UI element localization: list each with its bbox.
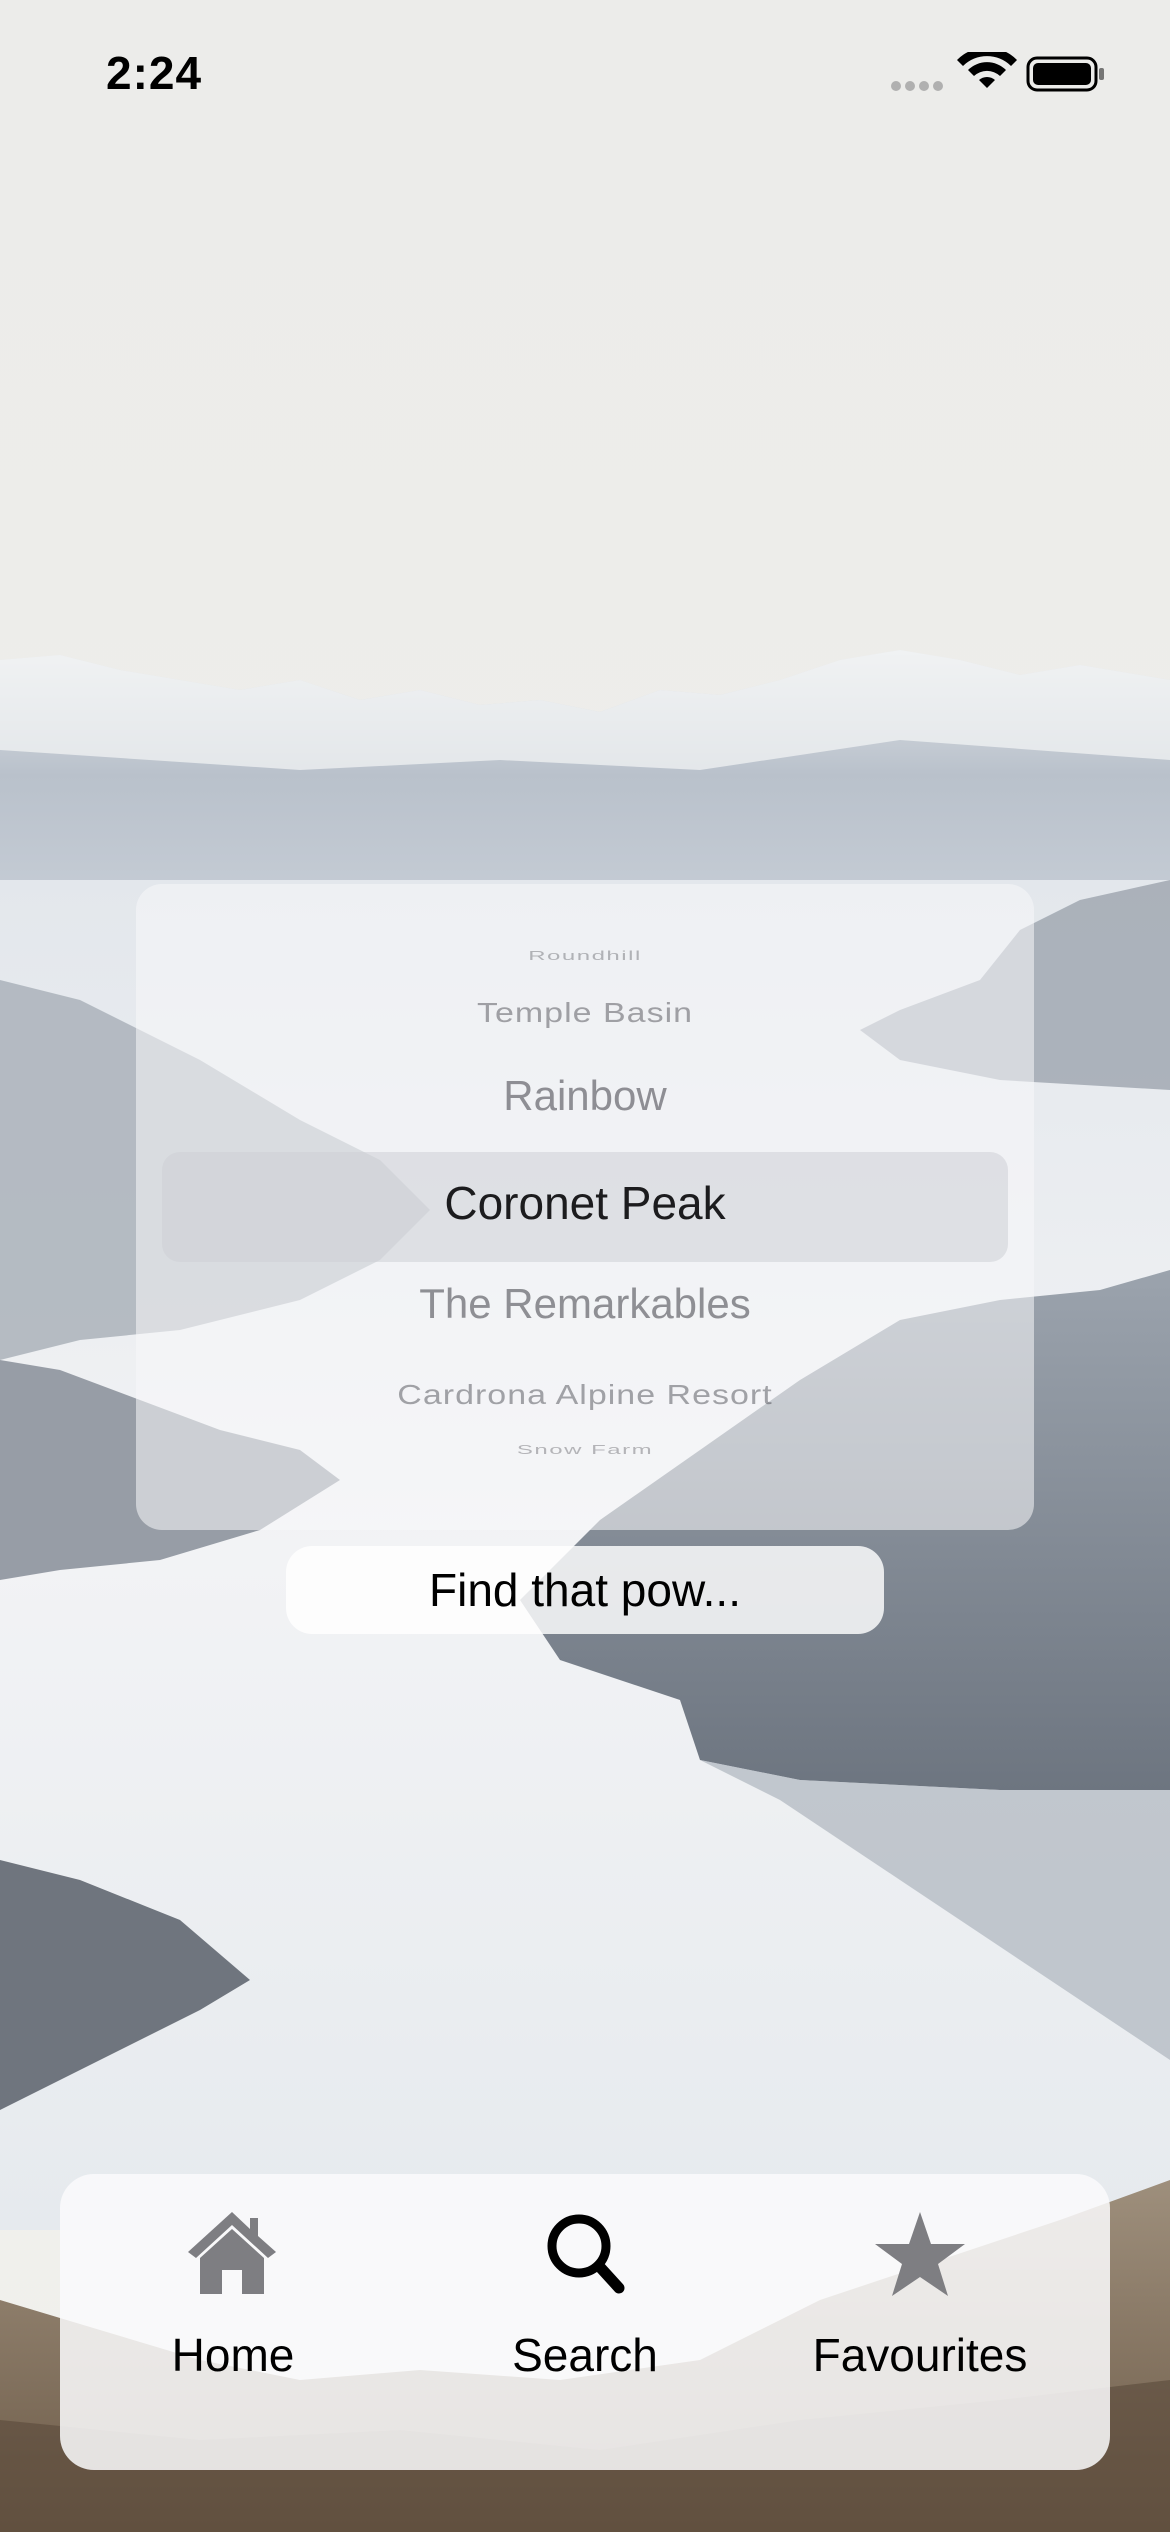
tab-home[interactable]: Home — [60, 2174, 410, 2470]
wifi-icon — [957, 47, 1017, 88]
status-time: 2:24 — [106, 47, 203, 99]
star-icon — [875, 2212, 965, 2296]
picker-item[interactable]: Rainbow — [136, 1072, 1034, 1120]
status-bar: 2:24 — [0, 0, 1170, 150]
resort-picker[interactable]: Roundhill Temple Basin Rainbow Coronet P… — [136, 884, 1034, 1530]
magnifier-icon — [547, 2214, 625, 2294]
picker-item[interactable]: The Remarkables — [136, 1280, 1034, 1328]
status-icons — [884, 47, 1114, 96]
tab-favourites[interactable]: Favourites — [760, 2174, 1110, 2470]
tab-search-label: Search — [512, 2329, 658, 2381]
picker-item[interactable]: Temple Basin — [136, 998, 1034, 1030]
picker-item[interactable]: Snow Farm — [136, 1442, 1034, 1457]
tab-favourites-label: Favourites — [812, 2329, 1028, 2381]
house-icon — [188, 2212, 276, 2294]
find-button[interactable]: Find that pow... — [286, 1546, 884, 1634]
signal-dots-icon — [891, 81, 943, 91]
tab-home-label: Home — [171, 2329, 295, 2381]
tab-bar: Home Search Favourites — [60, 2174, 1110, 2470]
battery-icon — [1026, 56, 1104, 92]
picker-item[interactable]: Roundhill — [136, 948, 1034, 963]
picker-item-selected[interactable]: Coronet Peak — [136, 1176, 1034, 1230]
picker-item[interactable]: Cardrona Alpine Resort — [136, 1380, 1034, 1412]
tab-search[interactable]: Search — [410, 2174, 760, 2470]
